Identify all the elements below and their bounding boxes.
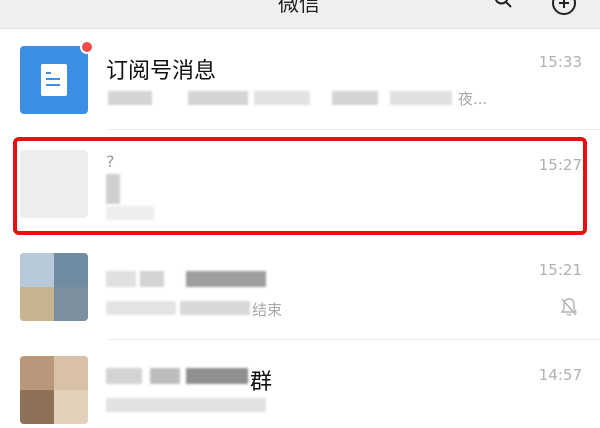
redacted-text: [254, 91, 310, 105]
chat-item-group[interactable]: 群 14:57: [0, 348, 600, 428]
redacted-text: [108, 91, 152, 105]
mute-bell-icon: [560, 298, 578, 316]
highlight-box: [13, 137, 587, 235]
redacted-text: [106, 368, 142, 384]
redacted-text: [106, 271, 136, 287]
redacted-text: [140, 271, 164, 287]
title-bar: 微信: [0, 0, 600, 29]
redacted-text: [332, 91, 378, 105]
chat-item-subscriptions[interactable]: 订阅号消息 15:33 夜...: [0, 29, 600, 130]
chat-name: 订阅号消息: [106, 59, 217, 84]
chat-time: 15:21: [538, 261, 582, 279]
avatar: [20, 46, 88, 114]
add-circle-icon[interactable]: [551, 0, 577, 16]
search-icon[interactable]: [494, 0, 512, 8]
redacted-text: [106, 398, 266, 412]
chat-item[interactable]: 15:21 结束: [0, 243, 600, 340]
redacted-text: [188, 91, 248, 105]
document-icon: [41, 64, 67, 96]
avatar: [20, 356, 88, 424]
unread-dot: [80, 40, 94, 54]
redacted-text: [106, 301, 176, 315]
redacted-text: [390, 91, 452, 105]
redacted-text: [180, 301, 250, 315]
redacted-text: [186, 368, 248, 384]
chat-time: 14:57: [538, 366, 582, 384]
app-title: 微信: [278, 0, 320, 16]
chat-name: 群: [250, 370, 273, 395]
chat-preview: 结束: [252, 301, 283, 319]
chat-preview: 夜...: [458, 90, 488, 108]
redacted-text: [186, 271, 266, 287]
redacted-text: [150, 368, 180, 384]
avatar: [20, 253, 88, 321]
chat-time: 15:33: [538, 53, 582, 71]
